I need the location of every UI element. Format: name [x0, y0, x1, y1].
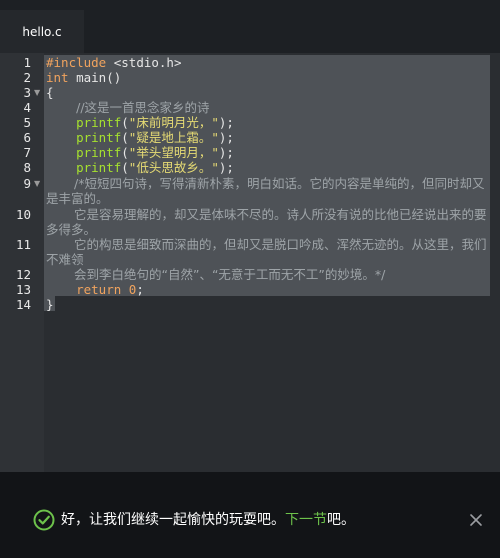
return-keyword: return [76, 282, 122, 297]
string-literal: "疑是地上霜。" [128, 130, 219, 145]
notification-bar: 好，让我们继续一起愉快的玩耍吧。下一节吧。 [0, 472, 500, 558]
message-text: 好，让我们继续一起愉快的玩耍吧。 [61, 512, 285, 528]
block-comment-line-11: 它的构思是细致而深曲的，但却又是脱口吟成、浑然无迹的。从这里，我们不难领 [46, 237, 487, 267]
function-call: printf [76, 145, 122, 160]
paren-close: ); [218, 115, 234, 130]
line-comment: //这是一首思念家乡的诗 [76, 100, 210, 115]
line-number: 10 [15, 207, 31, 222]
string-literal: "床前明月光，" [128, 115, 219, 130]
line-number: 5 [23, 115, 31, 130]
string-literal: "低头思故乡。" [128, 160, 219, 175]
line-number: 11 [15, 237, 31, 252]
block-comment-line-12: 会到李白绝句的“自然”、“无意于工而无不工”的妙境。*/ [74, 267, 386, 282]
notification-message: 好，让我们继续一起愉快的玩耍吧。下一节吧。 [61, 510, 355, 530]
include-header: <stdio.h> [106, 55, 182, 70]
line-number: 3 [23, 85, 31, 100]
message-suffix: 吧。 [327, 512, 355, 528]
tab-label: hello.c [22, 24, 62, 39]
block-comment-line-9: /*短短四句诗，写得清新朴素，明白如话。它的内容是单纯的，但同时却又是丰富的。 [46, 176, 485, 206]
line-number: 2 [23, 70, 31, 85]
paren-close: ); [218, 130, 234, 145]
line-number: 13 [15, 282, 31, 297]
code-line-8: printf("低头思故乡。"); [46, 160, 234, 175]
line-number: 6 [23, 130, 31, 145]
fold-arrow-icon[interactable]: ▼ [34, 176, 42, 191]
next-section-link[interactable]: 下一节 [285, 512, 327, 528]
string-literal: "举头望明月，" [128, 145, 219, 160]
window-top-bar [0, 0, 500, 10]
code-line-3: { [46, 85, 54, 100]
code-line-4: //这是一首思念家乡的诗 [46, 100, 210, 115]
preprocessor-directive: #include [46, 55, 107, 70]
function-call: printf [76, 160, 122, 175]
code-editor[interactable]: 1 2 3 ▼ 4 5 6 7 8 9 ▼ 10 11 12 13 14 #in… [0, 53, 500, 472]
function-signature: main() [68, 70, 122, 85]
line-number: 14 [15, 297, 31, 312]
line-number: 8 [23, 160, 31, 175]
paren-open: ( [121, 130, 129, 145]
function-call: printf [76, 115, 122, 130]
code-line-5: printf("床前明月光，"); [46, 115, 234, 130]
function-call: printf [76, 130, 122, 145]
line-number-gutter: 1 2 3 ▼ 4 5 6 7 8 9 ▼ 10 11 12 13 14 [0, 53, 44, 472]
code-line-2: int main() [46, 70, 121, 85]
line-number: 4 [23, 100, 31, 115]
code-line-14: } [46, 297, 54, 312]
paren-open: ( [121, 145, 129, 160]
fold-arrow-icon[interactable]: ▼ [34, 85, 42, 100]
check-circle-icon [33, 509, 55, 531]
line-number: 9 [23, 176, 31, 191]
code-line-13: return 0; [46, 282, 144, 297]
paren-close: ); [218, 145, 234, 160]
close-icon[interactable] [468, 512, 484, 528]
semicolon: ; [136, 282, 144, 297]
paren-open: ( [121, 115, 129, 130]
code-line-1: #include <stdio.h> [46, 55, 181, 70]
tab-bar: hello.c [0, 10, 500, 53]
tab-hello-c[interactable]: hello.c [0, 10, 84, 53]
line-number: 1 [23, 55, 31, 70]
type-keyword: int [46, 70, 69, 85]
line-number: 7 [23, 145, 31, 160]
paren-close: ); [218, 160, 234, 175]
code-line-7: printf("举头望明月，"); [46, 145, 234, 160]
line-number: 12 [15, 267, 31, 282]
block-comment-line-10: 它是容易理解的，却又是体味不尽的。诗人所没有说的比他已经说出来的要多得多。 [46, 207, 487, 237]
paren-open: ( [121, 160, 129, 175]
code-line-6: printf("疑是地上霜。"); [46, 130, 234, 145]
